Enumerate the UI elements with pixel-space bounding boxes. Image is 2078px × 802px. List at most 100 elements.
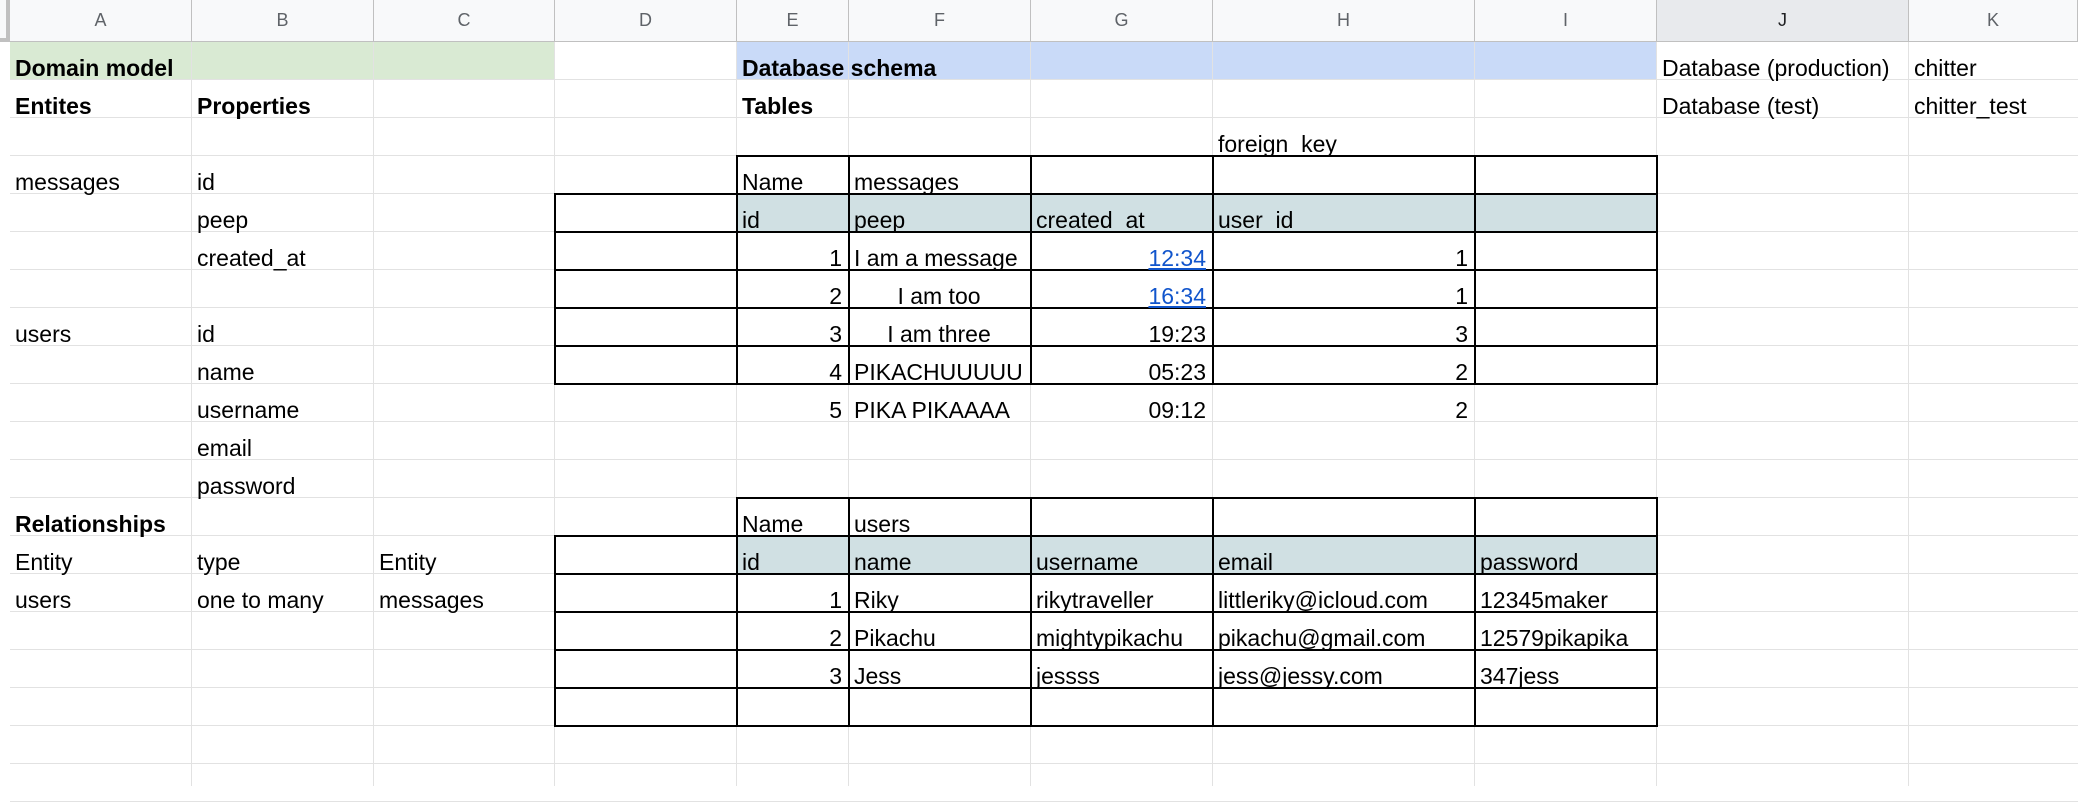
database-schema-title[interactable]: Database schema bbox=[737, 49, 1654, 87]
property-cell[interactable]: peep bbox=[192, 201, 372, 239]
column-header-j[interactable]: J bbox=[1657, 0, 1909, 42]
time-link[interactable]: 16:34 bbox=[1148, 283, 1206, 309]
column-header-k[interactable]: K bbox=[1909, 0, 2078, 42]
messages-cell-user-id[interactable]: 1 bbox=[1213, 277, 1473, 315]
users-cell-id[interactable]: 2 bbox=[737, 619, 847, 657]
border-line bbox=[1656, 155, 1658, 385]
messages-cell-peep[interactable]: I am too bbox=[849, 277, 1029, 315]
column-header-f[interactable]: F bbox=[849, 0, 1031, 42]
db-test-label[interactable]: Database (test) bbox=[1657, 87, 1907, 125]
messages-cell-id[interactable]: 2 bbox=[737, 277, 847, 315]
messages-cell-created-at[interactable]: 05:23 bbox=[1031, 353, 1211, 391]
border-line bbox=[554, 193, 1658, 195]
gridline-v bbox=[1908, 42, 1909, 786]
users-cell-email[interactable]: jess@jessy.com bbox=[1213, 657, 1473, 695]
db-production-value[interactable]: chitter bbox=[1909, 49, 2078, 87]
entities-header[interactable]: Entites bbox=[10, 87, 190, 125]
messages-col-header[interactable]: peep bbox=[849, 201, 1029, 239]
column-header-g[interactable]: G bbox=[1031, 0, 1213, 42]
column-header-d[interactable]: D bbox=[555, 0, 737, 42]
users-col-header[interactable]: name bbox=[849, 543, 1029, 581]
messages-cell-user-id[interactable]: 3 bbox=[1213, 315, 1473, 353]
column-header-i[interactable]: I bbox=[1475, 0, 1657, 42]
column-header-e[interactable]: E bbox=[737, 0, 849, 42]
messages-cell-user-id[interactable]: 1 bbox=[1213, 239, 1473, 277]
property-cell[interactable]: id bbox=[192, 163, 372, 201]
messages-cell-peep[interactable]: I am a message bbox=[849, 239, 1029, 277]
messages-name-label[interactable]: Name bbox=[737, 163, 847, 201]
rel-header-entity[interactable]: Entity bbox=[10, 543, 190, 581]
border-line bbox=[554, 535, 1658, 537]
column-header-a[interactable]: A bbox=[10, 0, 192, 42]
border-line bbox=[1474, 155, 1476, 385]
property-cell[interactable]: username bbox=[192, 391, 372, 429]
users-cell-id[interactable]: 1 bbox=[737, 581, 847, 619]
db-production-label[interactable]: Database (production) bbox=[1657, 49, 1907, 87]
users-col-header[interactable]: password bbox=[1475, 543, 1655, 581]
column-header-h[interactable]: H bbox=[1213, 0, 1475, 42]
property-cell[interactable]: name bbox=[192, 353, 372, 391]
messages-cell-peep[interactable]: PIKACHUUUUU bbox=[849, 353, 1029, 391]
rel-cell[interactable]: users bbox=[10, 581, 190, 619]
users-table-name[interactable]: users bbox=[849, 505, 1029, 543]
messages-cell-created-at[interactable]: 19:23 bbox=[1031, 315, 1211, 353]
messages-cell-user-id[interactable]: 2 bbox=[1213, 391, 1473, 429]
users-cell-email[interactable]: pikachu@gmail.com bbox=[1213, 619, 1473, 657]
border-line bbox=[554, 725, 1658, 727]
rel-cell[interactable]: one to many bbox=[192, 581, 372, 619]
messages-cell-created-at[interactable]: 09:12 bbox=[1031, 391, 1211, 429]
time-link[interactable]: 12:34 bbox=[1148, 245, 1206, 271]
column-header-b[interactable]: B bbox=[192, 0, 374, 42]
tables-label[interactable]: Tables bbox=[737, 87, 847, 125]
users-col-header[interactable]: username bbox=[1031, 543, 1211, 581]
property-cell[interactable]: email bbox=[192, 429, 372, 467]
property-cell[interactable]: created_at bbox=[192, 239, 372, 277]
messages-cell-created-at[interactable]: 16:34 bbox=[1031, 277, 1211, 315]
db-test-value[interactable]: chitter_test bbox=[1909, 87, 2078, 125]
messages-col-header[interactable]: user_id bbox=[1213, 201, 1473, 239]
users-col-header[interactable]: id bbox=[737, 543, 847, 581]
users-cell-email[interactable]: littleriky@icloud.com bbox=[1213, 581, 1473, 619]
border-line bbox=[554, 193, 556, 385]
users-name-label[interactable]: Name bbox=[737, 505, 847, 543]
entity-users[interactable]: users bbox=[10, 315, 190, 353]
domain-model-title[interactable]: Domain model bbox=[10, 49, 555, 87]
border-line bbox=[1656, 497, 1658, 727]
users-cell-id[interactable]: 3 bbox=[737, 657, 847, 695]
users-cell-username[interactable]: rikytraveller bbox=[1031, 581, 1211, 619]
users-cell-password[interactable]: 347jess bbox=[1475, 657, 1655, 695]
users-cell-name[interactable]: Pikachu bbox=[849, 619, 1029, 657]
property-cell[interactable]: id bbox=[192, 315, 372, 353]
messages-table-name[interactable]: messages bbox=[849, 163, 1029, 201]
rel-header-type[interactable]: type bbox=[192, 543, 372, 581]
select-all-corner[interactable] bbox=[0, 0, 10, 42]
messages-col-header[interactable]: id bbox=[737, 201, 847, 239]
users-cell-username[interactable]: jessss bbox=[1031, 657, 1211, 695]
users-cell-name[interactable]: Riky bbox=[849, 581, 1029, 619]
messages-cell-peep[interactable]: I am three bbox=[849, 315, 1029, 353]
border-line bbox=[736, 155, 1658, 157]
border-line bbox=[736, 497, 1658, 499]
users-cell-username[interactable]: mightypikachu bbox=[1031, 619, 1211, 657]
users-cell-name[interactable]: Jess bbox=[849, 657, 1029, 695]
rel-cell[interactable]: messages bbox=[374, 581, 554, 619]
relationships-title[interactable]: Relationships bbox=[10, 505, 190, 543]
properties-header[interactable]: Properties bbox=[192, 87, 372, 125]
messages-cell-peep[interactable]: PIKA PIKAAAA bbox=[849, 391, 1029, 429]
users-cell-password[interactable]: 12579pikapika bbox=[1475, 619, 1655, 657]
users-cell-password[interactable]: 12345maker bbox=[1475, 581, 1655, 619]
messages-cell-user-id[interactable]: 2 bbox=[1213, 353, 1473, 391]
messages-cell-id[interactable]: 3 bbox=[737, 315, 847, 353]
property-cell[interactable]: password bbox=[192, 467, 372, 505]
messages-cell-id[interactable]: 1 bbox=[737, 239, 847, 277]
gridline-h bbox=[10, 763, 2078, 764]
column-header-c[interactable]: C bbox=[374, 0, 555, 42]
messages-col-header[interactable]: created_at bbox=[1031, 201, 1211, 239]
entity-messages[interactable]: messages bbox=[10, 163, 190, 201]
users-col-header[interactable]: email bbox=[1213, 543, 1473, 581]
messages-cell-id[interactable]: 5 bbox=[737, 391, 847, 429]
messages-cell-created-at[interactable]: 12:34 bbox=[1031, 239, 1211, 277]
messages-cell-id[interactable]: 4 bbox=[737, 353, 847, 391]
rel-header-entity[interactable]: Entity bbox=[374, 543, 554, 581]
foreign-key-label[interactable]: foreign_key bbox=[1213, 125, 1473, 163]
